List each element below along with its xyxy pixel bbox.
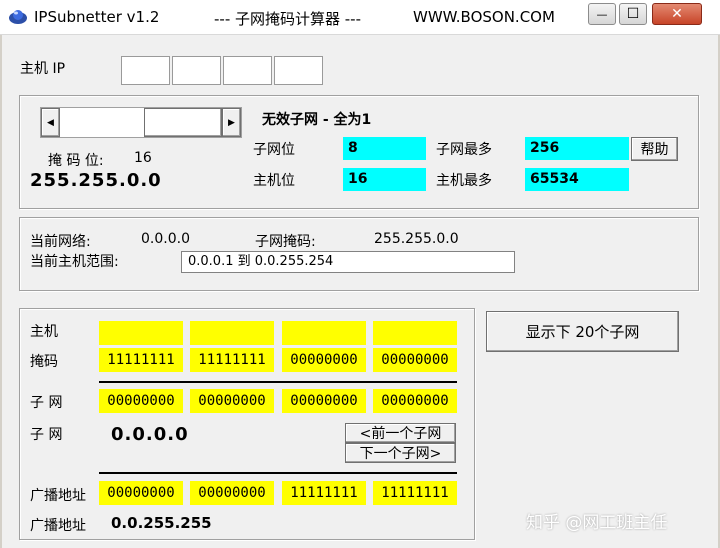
window-url: WWW.BOSON.COM xyxy=(413,8,555,26)
slider-left-button[interactable]: ◀ xyxy=(41,108,60,137)
binary-subnet-octet-3: 00000000 xyxy=(282,389,366,413)
arrow-right-icon: ▶ xyxy=(228,117,235,128)
host-range-label: 当前主机范围: xyxy=(30,254,119,270)
app-icon xyxy=(9,10,27,24)
binary-subnet-octet-2: 00000000 xyxy=(190,389,274,413)
maximize-icon: ☐ xyxy=(626,6,640,22)
binary-subnet-label: 子 网 xyxy=(30,395,63,411)
current-subnet-mask-value: 255.255.0.0 xyxy=(374,231,459,247)
prev-subnet-button[interactable]: <前一个子网 xyxy=(345,423,456,443)
maximize-button[interactable]: ☐ xyxy=(619,3,647,25)
invalid-subnet-warning: 无效子网 - 全为1 xyxy=(262,112,372,128)
broadcast-address-label: 广播地址 xyxy=(30,518,86,534)
watermark: 知乎 @网工班主任 xyxy=(526,513,668,533)
host-ip-octet-1[interactable] xyxy=(121,56,170,85)
binary-host-octet-4 xyxy=(373,321,457,345)
host-bits-value: 16 xyxy=(343,168,426,191)
binary-host-octet-1 xyxy=(99,321,183,345)
binary-host-octet-3 xyxy=(282,321,366,345)
host-ip-octet-2[interactable] xyxy=(172,56,221,85)
arrow-left-icon: ◀ xyxy=(47,117,54,128)
binary-mask-octet-3: 00000000 xyxy=(282,348,366,372)
max-hosts-label: 主机最多 xyxy=(436,173,492,189)
slider-thumb[interactable] xyxy=(144,108,222,137)
binary-mask-octet-4: 00000000 xyxy=(373,348,457,372)
current-network-value: 0.0.0.0 xyxy=(141,231,190,247)
minimize-button[interactable]: — xyxy=(588,3,616,25)
divider-line xyxy=(99,472,457,474)
current-network-label: 当前网络: xyxy=(30,234,91,250)
max-subnets-value: 256 xyxy=(525,137,629,160)
subnet-mask-display: 255.255.0.0 xyxy=(30,170,162,191)
show-next-20-subnets-button[interactable]: 显示下 20个子网 xyxy=(486,311,679,352)
broadcast-address-value: 0.0.255.255 xyxy=(111,514,212,532)
subnet-address-value: 0.0.0.0 xyxy=(111,424,189,445)
binary-mask-octet-1: 11111111 xyxy=(99,348,183,372)
binary-subnet-octet-4: 00000000 xyxy=(373,389,457,413)
window-title: IPSubnetter v1.2 xyxy=(34,8,160,26)
close-button[interactable]: ✕ xyxy=(652,3,702,25)
slider-track xyxy=(60,108,144,137)
host-ip-octet-4[interactable] xyxy=(274,56,323,85)
max-hosts-value: 65534 xyxy=(525,168,629,191)
host-bits-label: 主机位 xyxy=(253,173,295,189)
help-button[interactable]: 帮助 xyxy=(631,137,678,161)
mask-slider[interactable]: ◀ ▶ xyxy=(40,107,242,138)
subnet-address-label: 子 网 xyxy=(30,427,63,443)
close-icon: ✕ xyxy=(671,6,683,22)
minimize-icon: — xyxy=(596,7,608,21)
binary-mask-octet-2: 11111111 xyxy=(190,348,274,372)
binary-broadcast-octet-2: 00000000 xyxy=(190,481,274,505)
binary-host-octet-2 xyxy=(190,321,274,345)
binary-host-label: 主机 xyxy=(30,324,58,340)
host-ip-octet-3[interactable] xyxy=(223,56,272,85)
title-bar: IPSubnetter v1.2 --- 子网掩码计算器 --- WWW.BOS… xyxy=(0,0,720,35)
binary-broadcast-label: 广播地址 xyxy=(30,488,86,504)
binary-broadcast-octet-1: 00000000 xyxy=(99,481,183,505)
divider-line xyxy=(99,381,457,383)
mask-bits-value: 16 xyxy=(134,150,152,166)
binary-mask-label: 掩码 xyxy=(30,354,58,370)
binary-broadcast-octet-3: 11111111 xyxy=(282,481,366,505)
binary-broadcast-octet-4: 11111111 xyxy=(373,481,457,505)
slider-right-button[interactable]: ▶ xyxy=(222,108,241,137)
binary-subnet-octet-1: 00000000 xyxy=(99,389,183,413)
window-subtitle: --- 子网掩码计算器 --- xyxy=(214,10,362,28)
host-ip-label: 主机 IP xyxy=(20,61,66,77)
current-subnet-mask-label: 子网掩码: xyxy=(255,234,316,250)
mask-bits-label: 掩 码 位: xyxy=(48,153,104,169)
subnet-bits-label: 子网位 xyxy=(253,142,295,158)
subnet-bits-value: 8 xyxy=(343,137,426,160)
next-subnet-button[interactable]: 下一个子网> xyxy=(345,443,456,463)
host-range-field[interactable]: 0.0.0.1 到 0.0.255.254 xyxy=(181,251,515,273)
max-subnets-label: 子网最多 xyxy=(436,142,492,158)
